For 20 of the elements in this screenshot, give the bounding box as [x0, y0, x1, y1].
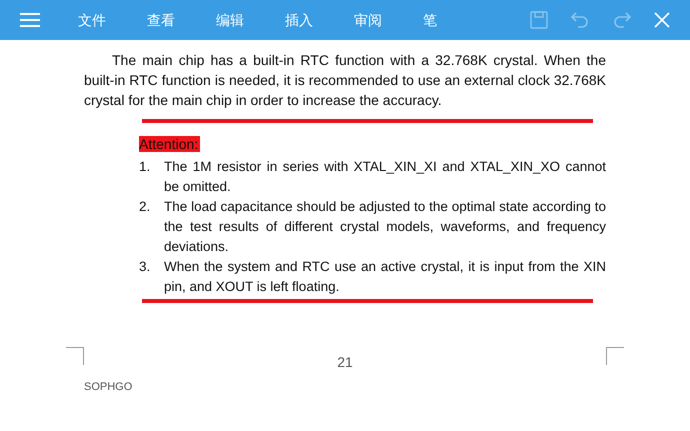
menu-tab[interactable]: 查看 — [147, 10, 175, 30]
list-number: 1. — [139, 158, 152, 176]
menu-icon[interactable] — [20, 13, 40, 27]
menu-tab[interactable]: 审阅 — [354, 10, 382, 30]
list-number: 3. — [139, 258, 152, 276]
menu-tab[interactable]: 编辑 — [216, 10, 244, 30]
attention-label: Attention: — [139, 136, 200, 152]
menu-tab[interactable]: 文件 — [78, 10, 106, 30]
list-item-text: The load capacitance should be adjusted to the optimal state according to the test results of different crystal models, waveforms, and frequency deviations. — [164, 198, 606, 256]
list-item-text: The 1M resistor in series with XTAL_XIN_XI and XTAL_XIN_XO cannot be omitted. — [164, 158, 606, 196]
page-number: 21 — [337, 353, 353, 372]
footer-text: SOPHGO — [84, 380, 134, 395]
list-number: 2. — [139, 198, 152, 216]
menu-tab[interactable]: 插入 — [285, 10, 313, 30]
close-icon[interactable] — [654, 12, 670, 28]
body-paragraph: The main chip has a built-in RTC function with a 32.768K crystal. When the built-in RTC function is needed, it is recommended to use an external clock 32.768K crystal for the main chip in order to increase the accuracy. — [84, 51, 606, 110]
menu-tab[interactable]: 笔 — [423, 10, 437, 30]
corner-mark — [66, 347, 84, 365]
list-item-text: When the system and RTC use an active crystal, it is input from the XIN pin, and XOUT is left floating. — [164, 258, 606, 296]
corner-mark — [606, 347, 624, 365]
